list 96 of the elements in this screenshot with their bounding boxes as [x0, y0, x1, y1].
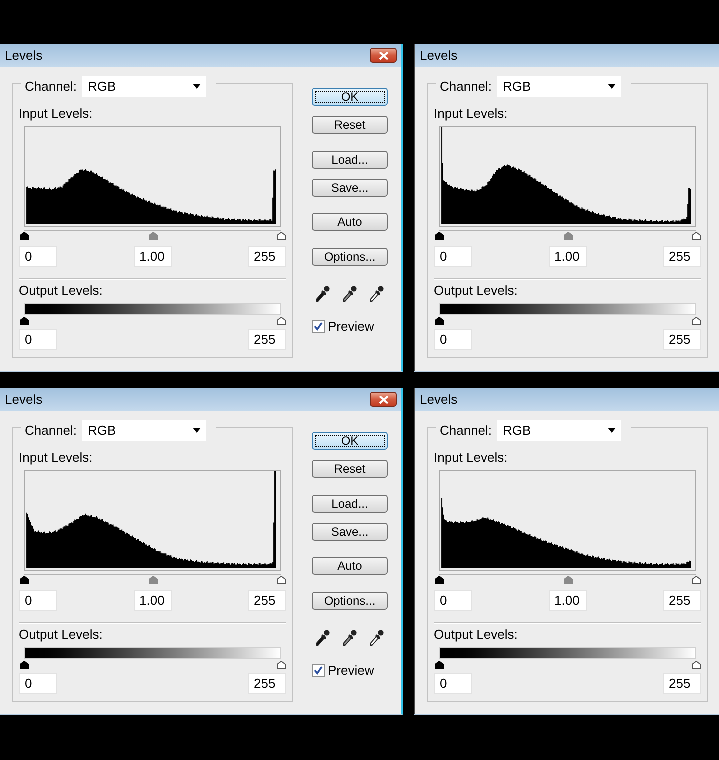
- window-title: Levels: [420, 393, 458, 406]
- channel-dropdown[interactable]: RGB: [82, 420, 206, 441]
- caret-icon: [608, 84, 616, 89]
- preview-checkbox[interactable]: [312, 664, 325, 677]
- channel-dropdown[interactable]: RGB: [497, 420, 622, 441]
- window-title: Levels: [5, 49, 43, 62]
- dialog-button[interactable]: Load...: [312, 151, 388, 169]
- level-input-field[interactable]: 0: [19, 246, 57, 267]
- input-levels-label: Input Levels:: [434, 106, 508, 122]
- channel-label: Channel:: [25, 78, 78, 96]
- level-input-field[interactable]: 255: [663, 329, 701, 350]
- level-input-field[interactable]: 0: [434, 329, 472, 350]
- input-levels-label: Input Levels:: [19, 106, 93, 122]
- level-input-field[interactable]: 1.00: [134, 590, 172, 611]
- preview-checkbox[interactable]: [312, 320, 325, 333]
- close-icon: [378, 52, 388, 60]
- level-input-field[interactable]: 255: [248, 590, 286, 611]
- level-input-field[interactable]: 255: [663, 590, 701, 611]
- input-levels-label: Input Levels:: [434, 450, 508, 466]
- output-levels-label: Output Levels:: [19, 283, 103, 299]
- level-input-field[interactable]: 255: [663, 246, 701, 267]
- level-input-field[interactable]: 1.00: [134, 246, 172, 267]
- slider-handle[interactable]: [435, 232, 444, 240]
- caret-icon: [608, 428, 616, 433]
- checkmark-icon: [314, 666, 323, 675]
- level-input-field[interactable]: 255: [248, 673, 286, 694]
- dialog-button[interactable]: Reset: [312, 460, 388, 478]
- level-input-field[interactable]: 1.00: [548, 246, 586, 267]
- eyedropper-icon[interactable]: [370, 629, 384, 646]
- checkbox-label[interactable]: Preview: [328, 664, 374, 677]
- channel-label: Channel:: [25, 422, 78, 440]
- level-input-field[interactable]: 0: [19, 590, 57, 611]
- slider-handle[interactable]: [20, 661, 29, 669]
- input-slider-track[interactable]: [20, 230, 286, 240]
- channel-label: Channel:: [440, 78, 492, 96]
- slider-handle[interactable]: [692, 317, 701, 325]
- slider-handle[interactable]: [435, 661, 444, 669]
- dialog-button[interactable]: OK: [312, 88, 388, 106]
- slider-handle[interactable]: [692, 576, 701, 584]
- input-levels-label: Input Levels:: [19, 450, 93, 466]
- slider-handle[interactable]: [20, 576, 29, 584]
- eyedropper-icon[interactable]: [316, 629, 330, 646]
- close-button[interactable]: [370, 392, 397, 407]
- slider-handle[interactable]: [277, 576, 286, 584]
- dialog-button[interactable]: OK: [312, 432, 388, 450]
- level-input-field[interactable]: 0: [19, 329, 57, 350]
- dialog-button[interactable]: Save...: [312, 179, 388, 197]
- output-levels-label: Output Levels:: [19, 627, 103, 643]
- eyedropper-icon[interactable]: [343, 629, 357, 646]
- output-slider-track[interactable]: [435, 647, 701, 669]
- level-input-field[interactable]: 255: [248, 246, 286, 267]
- window-title: Levels: [420, 49, 458, 62]
- input-slider-track[interactable]: [435, 230, 701, 240]
- caret-icon: [193, 428, 202, 433]
- input-slider-track[interactable]: [20, 574, 286, 584]
- slider-handle[interactable]: [277, 232, 286, 240]
- output-slider-track[interactable]: [20, 647, 286, 669]
- dialog-button[interactable]: Load...: [312, 495, 388, 513]
- slider-handle[interactable]: [435, 576, 444, 584]
- level-input-field[interactable]: 0: [434, 590, 472, 611]
- slider-handle[interactable]: [277, 661, 286, 669]
- dialog-button[interactable]: Auto: [312, 557, 388, 575]
- close-icon: [378, 396, 388, 404]
- dialog-button[interactable]: Options...: [312, 592, 388, 610]
- slider-handle[interactable]: [435, 317, 444, 325]
- channel-label: Channel:: [440, 422, 492, 440]
- dialog-button[interactable]: Reset: [312, 116, 388, 134]
- level-input-field[interactable]: 0: [434, 246, 472, 267]
- dialog-button[interactable]: Auto: [312, 213, 388, 231]
- level-input-field[interactable]: 255: [248, 329, 286, 350]
- level-input-field[interactable]: 0: [434, 673, 472, 694]
- level-input-field[interactable]: 255: [663, 673, 701, 694]
- channel-dropdown[interactable]: RGB: [497, 76, 622, 97]
- slider-handle[interactable]: [692, 661, 701, 669]
- checkmark-icon: [314, 322, 323, 331]
- input-slider-track[interactable]: [435, 574, 701, 584]
- output-levels-label: Output Levels:: [434, 627, 518, 643]
- level-input-field[interactable]: 1.00: [548, 590, 586, 611]
- output-levels-label: Output Levels:: [434, 283, 518, 299]
- close-button[interactable]: [370, 48, 397, 63]
- window-title: Levels: [5, 393, 43, 406]
- slider-handle[interactable]: [277, 317, 286, 325]
- output-slider-track[interactable]: [435, 303, 701, 325]
- caret-icon: [193, 84, 202, 89]
- slider-handle[interactable]: [692, 232, 701, 240]
- dialog-button[interactable]: Options...: [312, 248, 388, 266]
- slider-handle[interactable]: [20, 232, 29, 240]
- eyedropper-icon[interactable]: [370, 285, 384, 302]
- channel-dropdown[interactable]: RGB: [82, 76, 206, 97]
- output-slider-track[interactable]: [20, 303, 286, 325]
- eyedropper-icon[interactable]: [316, 285, 330, 302]
- level-input-field[interactable]: 0: [19, 673, 57, 694]
- dialog-button[interactable]: Save...: [312, 523, 388, 541]
- eyedropper-icon[interactable]: [343, 285, 357, 302]
- slider-handle[interactable]: [20, 317, 29, 325]
- checkbox-label[interactable]: Preview: [328, 320, 374, 333]
